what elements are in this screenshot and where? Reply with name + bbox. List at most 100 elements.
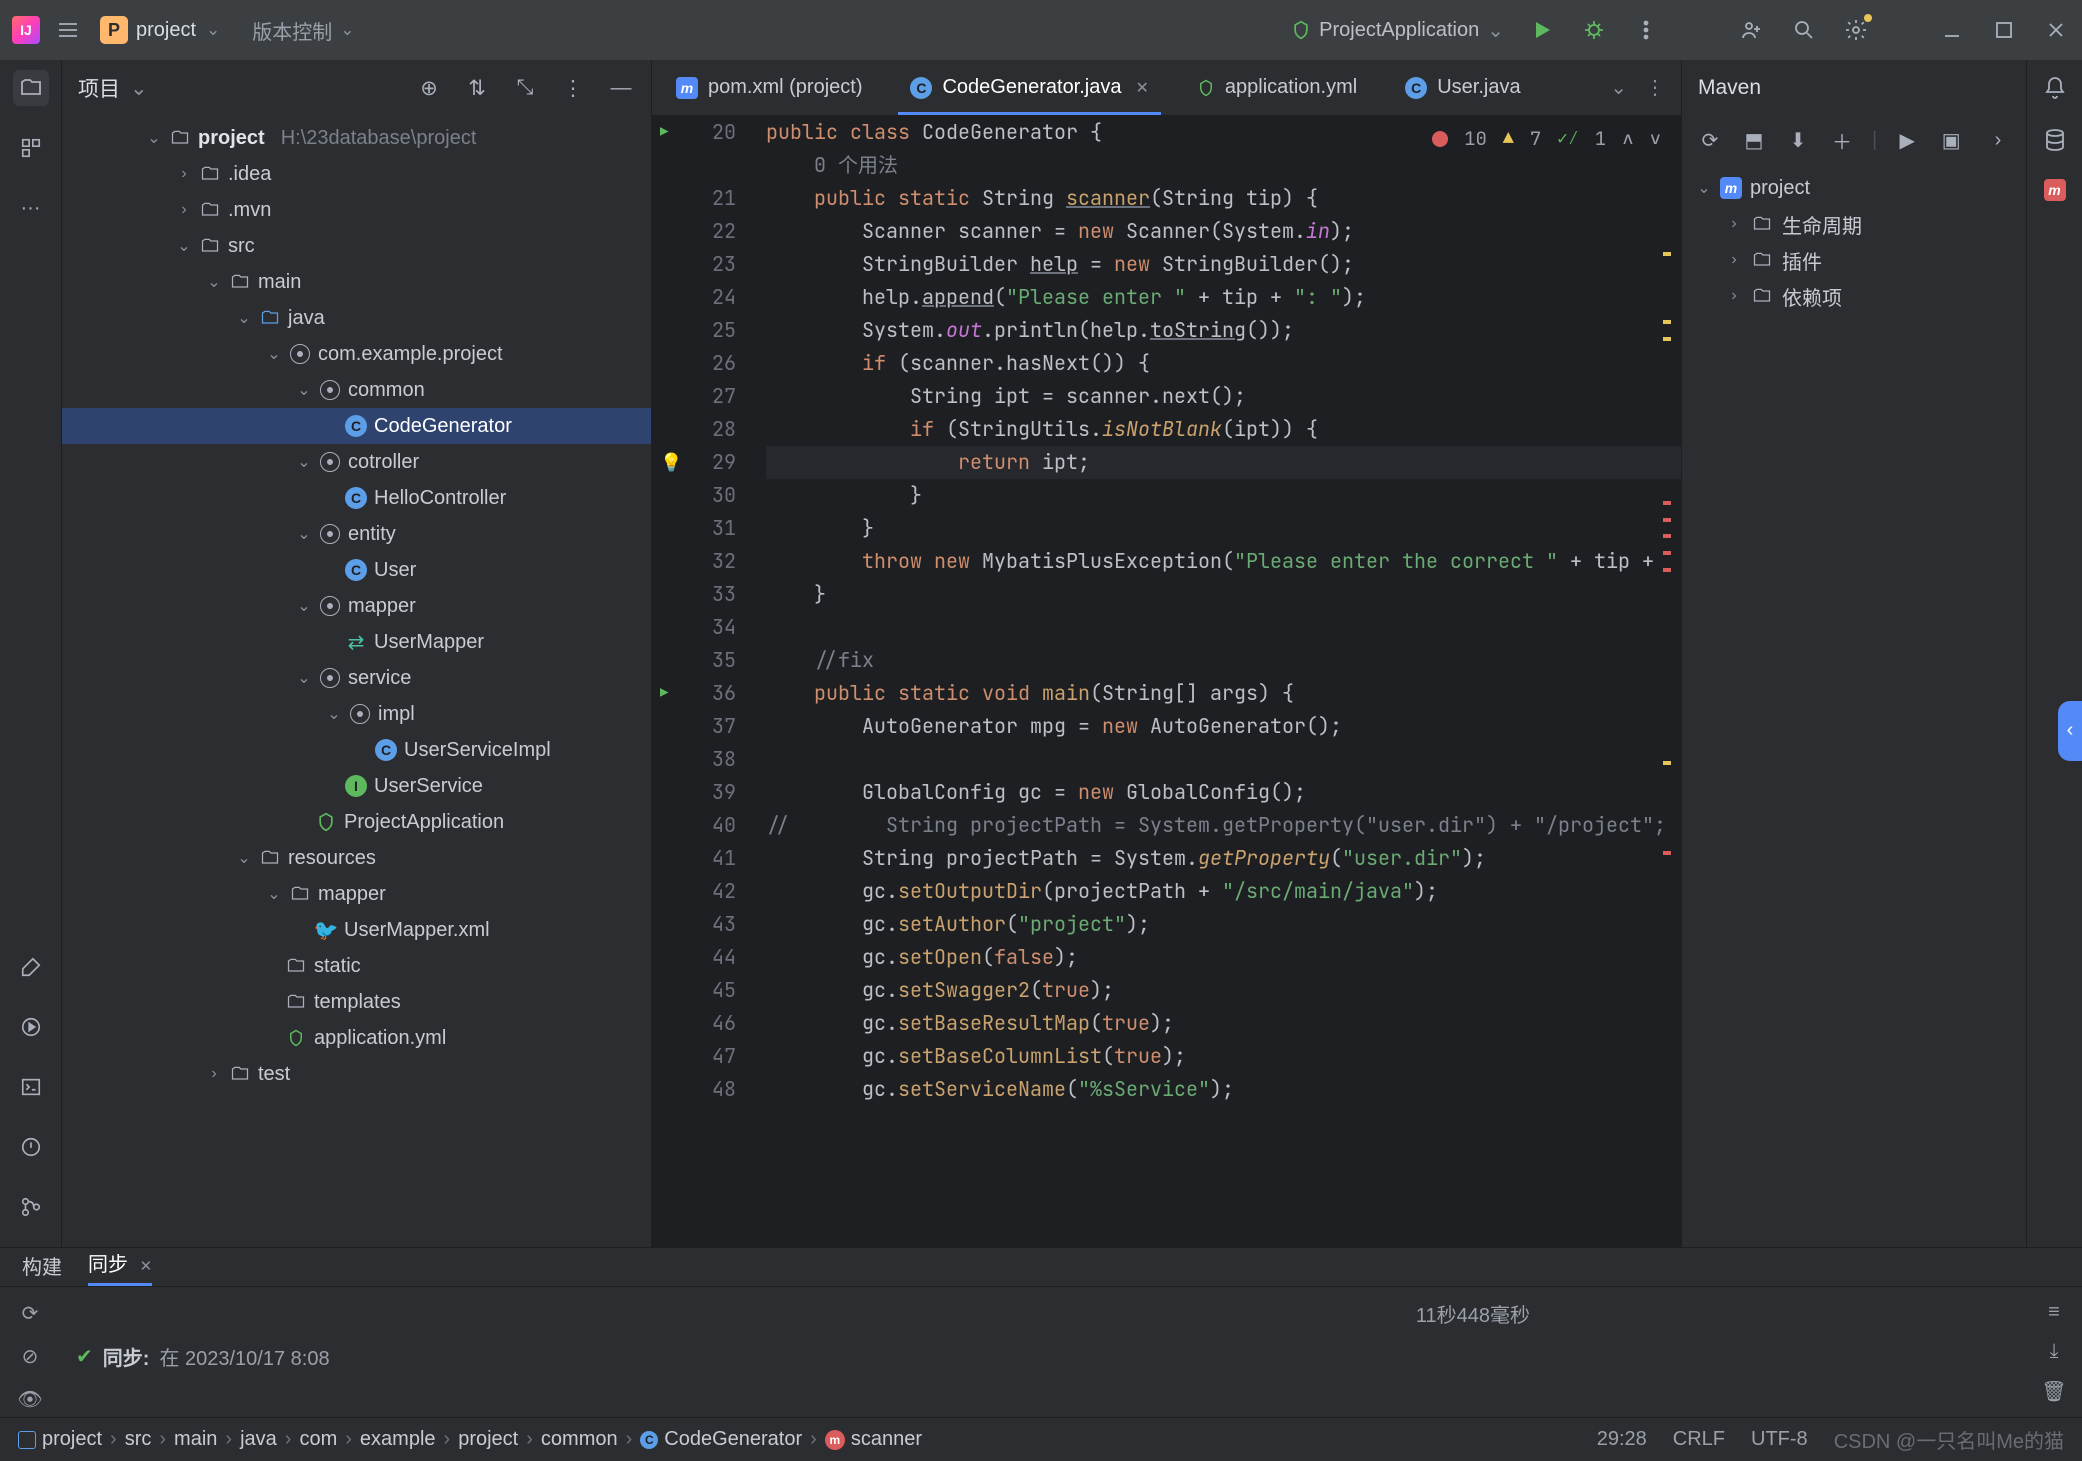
- code-with-me-button[interactable]: [1738, 16, 1766, 44]
- tree-item-userservice[interactable]: IUserService: [62, 768, 651, 804]
- maven-generate-icon[interactable]: ⬒: [1740, 126, 1768, 154]
- code-editor[interactable]: 10 ▲7 ✓⁄1 ∧ ∨ ▶20 2122232425262728 💡29 3…: [652, 116, 1681, 1247]
- maven-tree[interactable]: mproject 生命周期 插件 依赖项: [1682, 164, 2026, 320]
- tree-item-test[interactable]: test: [62, 1056, 651, 1092]
- intention-bulb-icon[interactable]: 💡: [660, 446, 682, 479]
- close-tab-icon[interactable]: ✕: [1136, 78, 1149, 98]
- more-actions-button[interactable]: [1632, 16, 1660, 44]
- tree-item-entity[interactable]: entity: [62, 516, 651, 552]
- maven-tool-button[interactable]: m: [2044, 178, 2066, 201]
- project-tool-button[interactable]: [13, 70, 49, 106]
- tree-item-resources[interactable]: resources: [62, 840, 651, 876]
- build-tool-button[interactable]: [13, 949, 49, 985]
- tree-item-appyml[interactable]: application.yml: [62, 1020, 651, 1056]
- crumb-pkg[interactable]: project: [458, 1428, 518, 1451]
- window-maximize-button[interactable]: [1990, 16, 2018, 44]
- crumb-common[interactable]: common: [541, 1428, 618, 1451]
- problems-tool-button[interactable]: [13, 1129, 49, 1165]
- build-tab[interactable]: 构建: [22, 1251, 62, 1286]
- crumb-scanner[interactable]: mscanner: [825, 1428, 922, 1451]
- tree-item-mapper-folder[interactable]: mapper: [62, 876, 651, 912]
- tab-pom[interactable]: mpom.xml (project): [652, 60, 886, 115]
- run-tool-button[interactable]: [13, 1009, 49, 1045]
- structure-tool-button[interactable]: [13, 130, 49, 166]
- maven-expand-icon[interactable]: ›: [1984, 126, 2012, 154]
- tab-codegenerator[interactable]: CCodeGenerator.java✕: [886, 60, 1172, 115]
- tabs-dropdown-icon[interactable]: ⌄: [1610, 75, 1627, 100]
- clear-icon[interactable]: 🗑: [2041, 1379, 2066, 1404]
- maven-deps-node[interactable]: 依赖项: [1682, 278, 2026, 314]
- usages-hint[interactable]: 0 个用法: [814, 152, 898, 178]
- debug-button[interactable]: [1580, 16, 1608, 44]
- notifications-button[interactable]: [2041, 74, 2069, 102]
- collapse-all-button[interactable]: ⤡: [511, 74, 539, 102]
- crumb-codegen[interactable]: CCodeGenerator: [640, 1428, 802, 1451]
- crumb-example[interactable]: example: [360, 1428, 436, 1451]
- database-button[interactable]: [2041, 126, 2069, 154]
- crumb-src[interactable]: src: [125, 1428, 152, 1451]
- tree-item-projectapplication[interactable]: ProjectApplication: [62, 804, 651, 840]
- tree-item-main[interactable]: main: [62, 264, 651, 300]
- maven-reload-icon[interactable]: ⟳: [1696, 126, 1724, 154]
- tree-item-common[interactable]: common: [62, 372, 651, 408]
- tree-item-templates[interactable]: templates: [62, 984, 651, 1020]
- crumb-project[interactable]: project: [18, 1428, 102, 1451]
- problem-indicators[interactable]: 10 ▲7 ✓⁄1 ∧ ∨: [1432, 126, 1661, 151]
- crumb-main[interactable]: main: [174, 1428, 217, 1451]
- tree-item-user[interactable]: CUser: [62, 552, 651, 588]
- select-opened-file-button[interactable]: ⊕: [415, 74, 443, 102]
- project-tree[interactable]: projectH:\23database\project .idea .mvn …: [62, 116, 651, 1247]
- tree-item-package[interactable]: com.example.project: [62, 336, 651, 372]
- window-minimize-button[interactable]: [1938, 16, 1966, 44]
- tree-item-static[interactable]: static: [62, 948, 651, 984]
- tree-item-src[interactable]: src: [62, 228, 651, 264]
- tree-item-usermapper[interactable]: ⇄UserMapper: [62, 624, 651, 660]
- main-menu-button[interactable]: [54, 16, 82, 44]
- tab-appyml[interactable]: application.yml: [1173, 60, 1381, 115]
- sync-tab[interactable]: 同步 ✕: [88, 1248, 152, 1286]
- tree-item-usermapper-xml[interactable]: 🐦UserMapper.xml: [62, 912, 651, 948]
- panel-options-button[interactable]: ⋮: [559, 74, 587, 102]
- soft-wrap-icon[interactable]: ≡: [2048, 1301, 2060, 1324]
- vcs-dropdown[interactable]: 版本控制: [252, 16, 354, 45]
- crumb-com[interactable]: com: [299, 1428, 337, 1451]
- scroll-end-icon[interactable]: ⤓: [2050, 1340, 2059, 1363]
- maven-add-icon[interactable]: ＋: [1828, 126, 1856, 154]
- error-stripe[interactable]: [1661, 116, 1671, 1247]
- tree-item-impl[interactable]: impl: [62, 696, 651, 732]
- run-button[interactable]: [1528, 16, 1556, 44]
- crumb-java[interactable]: java: [240, 1428, 277, 1451]
- maven-lifecycle-node[interactable]: 生命周期: [1682, 206, 2026, 242]
- more-tool-button[interactable]: ···: [13, 190, 49, 226]
- gutter[interactable]: ▶20 2122232425262728 💡29 303132333435 ▶3…: [652, 116, 752, 1247]
- maven-run-icon[interactable]: ▶: [1893, 126, 1921, 154]
- window-close-button[interactable]: [2042, 16, 2070, 44]
- hide-panel-button[interactable]: —: [607, 74, 635, 102]
- status-encoding[interactable]: UTF-8: [1751, 1428, 1808, 1451]
- tree-item-service[interactable]: service: [62, 660, 651, 696]
- next-highlight-icon[interactable]: ∨: [1650, 126, 1661, 151]
- sync-view-icon[interactable]: 👁: [17, 1387, 42, 1412]
- tab-user[interactable]: CUser.java: [1381, 60, 1544, 115]
- side-handle[interactable]: ‹: [2058, 701, 2082, 761]
- tree-item-controller[interactable]: cotroller: [62, 444, 651, 480]
- build-output[interactable]: ✔ 同步: 在 2023/10/17 8:08 11秒448毫秒: [60, 1287, 2026, 1426]
- run-gutter-icon[interactable]: ▶: [660, 116, 668, 149]
- maven-project-node[interactable]: mproject: [1682, 170, 2026, 206]
- maven-plugins-node[interactable]: 插件: [1682, 242, 2026, 278]
- settings-button[interactable]: [1842, 16, 1870, 44]
- maven-download-icon[interactable]: ⬇: [1784, 126, 1812, 154]
- code-content[interactable]: public class CodeGenerator { 0 个用法 publi…: [752, 116, 1681, 1247]
- tree-item-java[interactable]: java: [62, 300, 651, 336]
- tree-root[interactable]: projectH:\23database\project: [62, 120, 651, 156]
- tree-item-userserviceimpl[interactable]: CUserServiceImpl: [62, 732, 651, 768]
- search-everywhere-button[interactable]: [1790, 16, 1818, 44]
- sync-refresh-icon[interactable]: ⟳: [22, 1301, 39, 1326]
- run-config-dropdown[interactable]: ProjectApplication ⌄: [1291, 18, 1504, 43]
- tree-item-hellocontroller[interactable]: CHelloController: [62, 480, 651, 516]
- run-main-gutter-icon[interactable]: ▶: [660, 677, 668, 710]
- project-dropdown[interactable]: project: [136, 19, 220, 42]
- tree-item-mapper[interactable]: mapper: [62, 588, 651, 624]
- status-line-ending[interactable]: CRLF: [1673, 1428, 1725, 1451]
- tree-item-codegenerator[interactable]: CCodeGenerator: [62, 408, 651, 444]
